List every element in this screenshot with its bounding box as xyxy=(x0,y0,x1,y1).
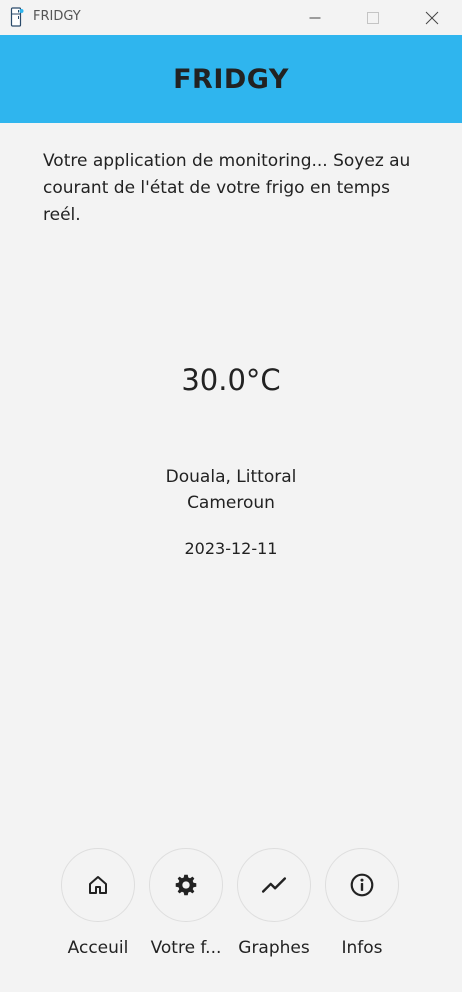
nav-button-infos[interactable] xyxy=(325,848,399,922)
location-block: Douala, Littoral Cameroun xyxy=(0,464,462,516)
nav-button-acceuil[interactable] xyxy=(61,848,135,922)
close-icon xyxy=(425,11,439,24)
window-title: FRIDGY xyxy=(33,9,81,24)
maximize-button[interactable] xyxy=(344,0,402,35)
location-city: Douala, Littoral xyxy=(165,467,297,487)
minimize-button[interactable] xyxy=(286,0,344,35)
nav-button-graphes[interactable] xyxy=(237,848,311,922)
info-icon xyxy=(350,873,374,897)
intro-text: Votre application de monitoring... Soyez… xyxy=(43,151,411,225)
nav-label-acceuil[interactable]: Acceuil xyxy=(53,938,143,958)
line-chart-icon xyxy=(261,877,287,893)
reading-date: 2023-12-11 xyxy=(184,539,278,558)
fridge-app-icon xyxy=(10,7,24,27)
maximize-icon xyxy=(367,11,379,24)
nav-button-votre-frigo[interactable] xyxy=(149,848,223,922)
location-country: Cameroun xyxy=(187,493,275,513)
temperature-reading: 30.0°C xyxy=(181,363,281,397)
gear-icon xyxy=(175,874,197,896)
nav-label-votre-frigo[interactable]: Votre f... xyxy=(141,938,231,958)
close-button[interactable] xyxy=(403,0,461,35)
window-titlebar: FRIDGY xyxy=(0,0,462,35)
nav-label-infos[interactable]: Infos xyxy=(317,938,407,958)
app-title: FRIDGY xyxy=(173,63,289,95)
nav-label-graphes[interactable]: Graphes xyxy=(229,938,319,958)
minimize-icon xyxy=(309,17,321,18)
app-header: FRIDGY xyxy=(0,35,462,123)
home-icon xyxy=(89,876,107,894)
